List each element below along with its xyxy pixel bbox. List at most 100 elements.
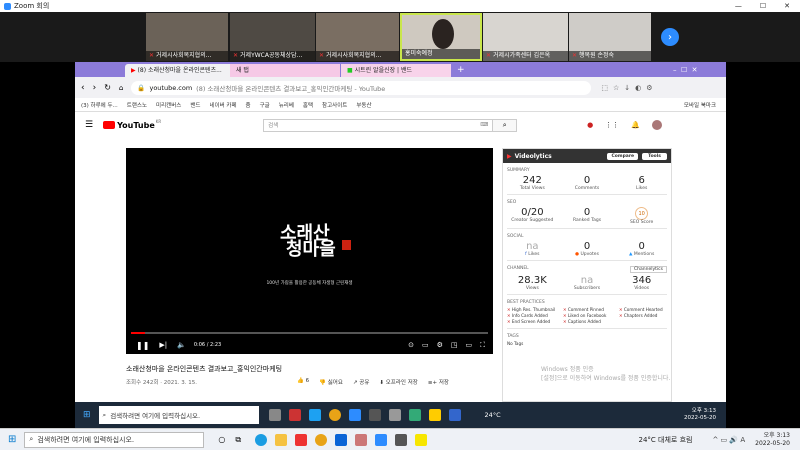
participant-tile[interactable]: ✕ 거제시사회복지협의... [146, 13, 228, 61]
app-icon[interactable] [395, 433, 408, 446]
bookmark[interactable]: 네이버 카페 [209, 101, 236, 109]
bookmark[interactable]: 구글 [260, 101, 270, 109]
app-icon[interactable] [268, 409, 281, 421]
compare-button[interactable]: Compare [607, 152, 639, 160]
miniplayer-icon[interactable]: ◳ [451, 341, 458, 349]
maximize-icon[interactable]: ☐ [760, 2, 766, 10]
autoplay-toggle[interactable]: ⊙ [408, 341, 414, 349]
remote-clock[interactable]: 오후 3:13 2022-05-20 [684, 408, 716, 422]
like-button[interactable]: 👍 6 [297, 378, 309, 386]
pause-icon[interactable]: ❚❚ [136, 341, 149, 350]
mail-icon[interactable] [335, 433, 348, 446]
participant-tile[interactable]: ✕ 거제시가족센터 김은옥 [483, 13, 568, 61]
apps-icon[interactable]: ⋮⋮ [605, 121, 619, 129]
app-icon[interactable] [368, 409, 381, 421]
search-button[interactable]: ⌕ [493, 118, 518, 132]
participant-tile[interactable]: ✕ 거제YWCA공동체상담... [230, 13, 315, 61]
avatar[interactable] [652, 120, 662, 130]
chrome-icon[interactable] [328, 409, 341, 421]
save-button[interactable]: ≡+ 저장 [428, 378, 449, 386]
reddit-icon: ● [575, 252, 580, 257]
create-icon[interactable]: ● [587, 121, 593, 129]
tab-new[interactable]: 새 탭 [230, 64, 340, 77]
dislike-button[interactable]: 👎 싫어요 [319, 378, 343, 386]
bookmark[interactable]: 줌 [246, 101, 251, 109]
next-icon[interactable]: ▶| [159, 341, 167, 349]
chrome-icon[interactable] [315, 433, 328, 446]
app-icon[interactable] [428, 409, 441, 421]
tab-youtube[interactable]: ▶ (8) 소래산청마을 온라인콘텐츠... [125, 64, 247, 77]
home-icon[interactable]: ⌂ [119, 84, 123, 92]
start-icon[interactable]: ⊞ [8, 434, 16, 445]
window-controls[interactable]: – ☐ ✕ [667, 64, 727, 77]
local-search-box[interactable]: ⌕ 검색하려면 여기에 입력하십시오. [24, 431, 205, 448]
seo-stats: 0/20 Creator Suggested 0 Ranked Tags 10 SEO… [511, 207, 654, 225]
remote-weather[interactable]: 24°C [485, 411, 501, 419]
minimize-icon[interactable]: — [735, 2, 742, 10]
bookmark[interactable]: 뉴리베 [279, 101, 294, 109]
app-icon[interactable] [388, 409, 401, 421]
theater-icon[interactable]: ▭ [465, 341, 472, 349]
settings-icon[interactable]: ⚙ [437, 341, 443, 349]
participant-tile[interactable]: ✕ 거제시사회복지협의... [316, 13, 399, 61]
mic-muted-icon: ✕ [319, 52, 325, 59]
download-button[interactable]: ⬇ 오프라인 저장 [379, 378, 417, 386]
bookmark-folder[interactable]: 부동산 [356, 101, 371, 109]
kakaotalk-icon[interactable] [415, 433, 428, 446]
bookmark[interactable]: (3) 하루에 두... [81, 101, 118, 109]
notifications-icon[interactable]: 🔔 [631, 121, 640, 129]
app-icon[interactable] [295, 433, 308, 446]
volume-icon[interactable]: 🔈 [177, 341, 186, 349]
youtube-logo[interactable]: YouTube [117, 121, 155, 130]
clock[interactable]: 오후 3:13 2022-05-20 [755, 432, 790, 448]
explorer-icon[interactable] [275, 433, 288, 446]
keyboard-icon[interactable]: ⌨ [480, 122, 488, 128]
new-tab-button[interactable]: + [455, 64, 467, 77]
zoom-icon[interactable] [375, 433, 388, 446]
tray-icons[interactable]: ^ ▭ 🔊 A [712, 436, 745, 444]
social-stats: na f Likes 0 ● Upvotes 0 ▲ Mentions [525, 241, 655, 257]
close-icon[interactable]: ✕ [784, 2, 790, 10]
channelytics-button[interactable]: Channelytics [630, 266, 667, 273]
youtube-logo-icon[interactable] [103, 121, 116, 129]
search-input[interactable]: 검색 ⌨ [263, 118, 494, 132]
bookmark-folder-mobile[interactable]: 모바일 북마크 [684, 101, 726, 109]
next-page-arrow-icon[interactable]: › [661, 28, 679, 46]
reload-icon[interactable]: ↻ [104, 83, 111, 92]
videolytics-title: Videolytics [514, 152, 552, 160]
channel-stats: 28.3K Views na Subscribers 346 Videos [517, 275, 652, 291]
app-icon[interactable] [348, 409, 361, 421]
app-icon[interactable] [355, 433, 368, 446]
fullscreen-icon[interactable]: ⛶ [480, 341, 485, 350]
tab-band[interactable]: ■ 시트린 알을신장 | 밴드 [341, 64, 451, 77]
progress-bar[interactable] [131, 332, 488, 334]
extension-icons[interactable]: ⬚☆↓◐⚙ [601, 84, 657, 92]
forward-icon[interactable]: › [93, 83, 97, 93]
app-icon[interactable] [448, 409, 461, 421]
search-placeholder: 검색 [268, 123, 279, 129]
app-icon[interactable] [308, 409, 321, 421]
edge-icon[interactable] [255, 433, 268, 446]
menu-icon[interactable]: ☰ [85, 120, 93, 130]
remote-search-box[interactable]: ⌕ 검색하려면 여기에 입력하십시오. [98, 406, 259, 424]
bookmark[interactable]: 홈택 [303, 101, 313, 109]
weather-widget[interactable]: 24°C 대체로 흐림 [639, 435, 693, 445]
task-view-icon[interactable]: ○ [218, 435, 225, 444]
bookmark[interactable]: 미리캔버스 [156, 101, 181, 109]
tools-button[interactable]: Tools [642, 152, 667, 160]
start-icon[interactable]: ⊞ [83, 410, 91, 420]
subtitles-icon[interactable]: ▭ [422, 341, 429, 349]
bookmark[interactable]: 트랜스노 [127, 101, 147, 109]
multitask-icon[interactable]: ⧉ [235, 435, 241, 445]
participant-tile[interactable]: ✕ 행복원 손정숙 [569, 13, 651, 61]
url-field[interactable]: 🔒 youtube.com (8) 소래산청마을 온라인콘텐츠 결과보고_홍익인… [131, 80, 592, 95]
back-icon[interactable]: ‹ [81, 83, 85, 93]
participant-tile-active-speaker[interactable]: 홍미숙예정 [400, 13, 482, 61]
participant-name: 행복원 손정숙 [579, 52, 615, 59]
bookmark[interactable]: 밴드 [190, 101, 200, 109]
app-icon[interactable] [408, 409, 421, 421]
bookmark-folder[interactable]: 참고사이트 [322, 101, 347, 109]
app-icon[interactable] [288, 409, 301, 421]
video-player[interactable]: 소래산 청마을 100년 가람을 활용한 공동체 자생형 근린재생 ❚❚ ▶| … [126, 148, 493, 354]
share-button[interactable]: ↗ 공유 [353, 378, 369, 386]
